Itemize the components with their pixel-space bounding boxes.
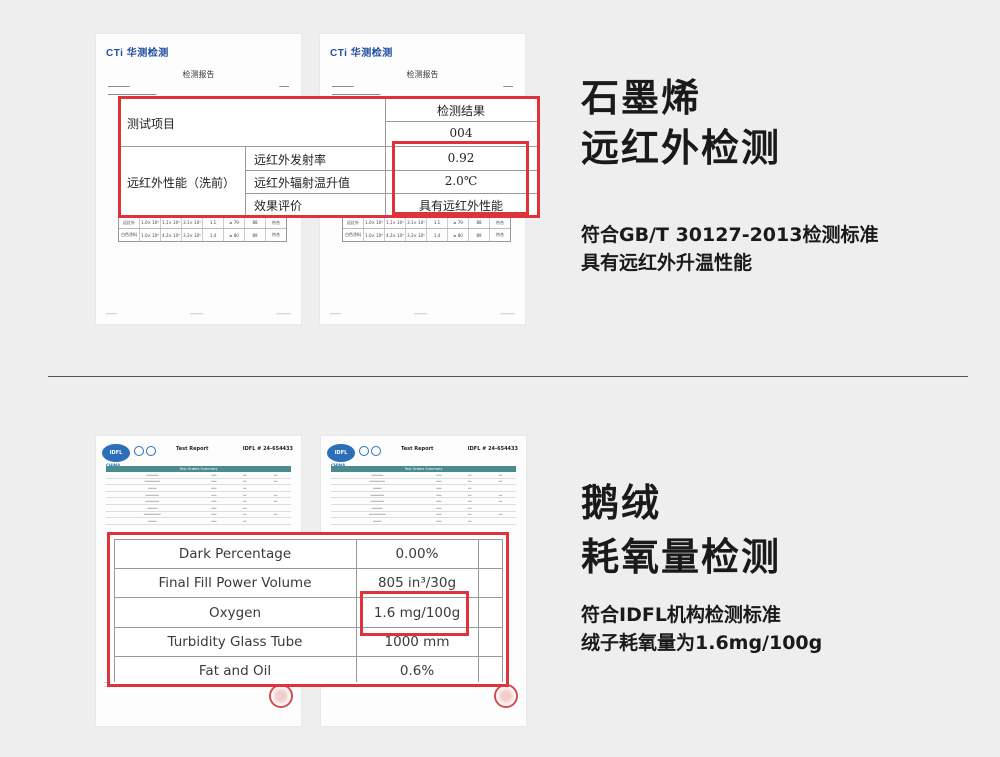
report-title: 检测报告: [406, 70, 439, 79]
cert-seal-icon: [134, 446, 144, 456]
report-meta: ━━━━━━━━━ ━━━━: [332, 84, 513, 89]
item-evaluation: 效果评价: [254, 199, 303, 213]
highlight-box-results: [392, 141, 529, 215]
highlight-box-oxygen: [360, 591, 469, 636]
report-number: IDFL # 24-654433: [242, 446, 293, 452]
cti-logo: CTi 华测检测: [106, 48, 169, 59]
summary-rows: ━━━━━━━ ━━━ ━━ ━━ ━━━━━━━━━ ━━━ ━━ ━━ ━━━━━ ━━━…: [331, 472, 516, 525]
category-label: 远红外性能（洗前）: [127, 176, 236, 190]
value-dark-percentage: 0.00%: [395, 546, 439, 562]
header-test-result: 检测结果: [436, 104, 485, 118]
idfl-logo: IDFL: [327, 444, 355, 462]
table-row: 白色涂料 1.0× 10⁵ 4.3× 10⁵ 3.3× 10⁵ 1.4 ≥ 80 89 符合: [343, 229, 510, 241]
official-stamp-icon: [269, 684, 293, 708]
value-turbidity: 1000 mm: [384, 634, 450, 650]
summary-rows: ━━━━━━━ ━━━ ━━ ━━ ━━━━━━━━━ ━━━ ━━ ━━ ━━━━━ ━━━…: [106, 472, 291, 525]
value-fat-oil: 0.6%: [399, 663, 435, 679]
item-emissivity: 远红外发射率: [254, 153, 327, 167]
report-footer: ━━━━━━ ━━━━━━━ ━━━━━━━━: [330, 312, 515, 316]
report-title: Test Report: [401, 446, 434, 452]
item-temp-rise: 远红外辐射温升值: [254, 176, 351, 190]
cert-seal-icon: [146, 446, 156, 456]
label-oxygen: Oxygen: [208, 605, 262, 621]
report-footer: ━━━━━━ ━━━━━━━ ━━━━━━━━: [106, 312, 291, 316]
label-fat-oil: Fat and Oil: [198, 663, 272, 679]
cert-seal-icon: [371, 446, 381, 456]
cert-seal-icon: [359, 446, 369, 456]
subtext-graphene: 符合GB/T 30127-2013检测标准 具有远红外升温性能: [581, 224, 879, 274]
label-fill-power: Final Fill Power Volume: [158, 575, 312, 591]
header-test-item: 测试项目: [127, 117, 176, 131]
report-title: Test Report: [176, 446, 209, 452]
section-divider: [48, 376, 968, 377]
mini-table: 远红外 1.0× 10⁵ 1.1× 10⁵ 3.1× 10⁵ 1.1 ≥ 79 88 符合 白…: [342, 216, 511, 242]
report-meta: ━━━━━━━━━ ━━━━: [108, 84, 289, 89]
cti-logo: CTi 华测检测: [330, 48, 393, 59]
subtext-goose-down: 符合IDFL机构检测标准 绒子耗氧量为1.6mg/100g: [581, 604, 823, 654]
table-row: 远红外 1.0× 10⁵ 1.1× 10⁵ 3.1× 10⁵ 1.1 ≥ 79 88 符合: [119, 217, 286, 229]
official-stamp-icon: [494, 684, 518, 708]
heading-graphene: 石墨烯 远红外检测: [581, 76, 782, 170]
mini-table: 远红外 1.0× 10⁵ 1.1× 10⁵ 3.1× 10⁵ 1.1 ≥ 79 88 符合 白…: [118, 216, 287, 242]
heading-goose-down: 鹅绒 耗氧量检测: [581, 481, 782, 579]
report-title: 检测报告: [182, 70, 215, 79]
sample-number: 004: [449, 126, 473, 140]
table-row: 远红外 1.0× 10⁵ 1.1× 10⁵ 3.1× 10⁵ 1.1 ≥ 79 88 符合: [343, 217, 510, 229]
idfl-logo: IDFL: [102, 444, 130, 462]
label-turbidity: Turbidity Glass Tube: [167, 634, 303, 650]
value-fill-power: 805 in³/30g: [377, 575, 457, 591]
label-dark-percentage: Dark Percentage: [178, 546, 292, 562]
report-number: IDFL # 24-654433: [467, 446, 518, 452]
table-row: 白色涂料 1.0× 10⁵ 4.3× 10⁵ 3.3× 10⁵ 1.4 ≥ 80 89 符合: [119, 229, 286, 241]
